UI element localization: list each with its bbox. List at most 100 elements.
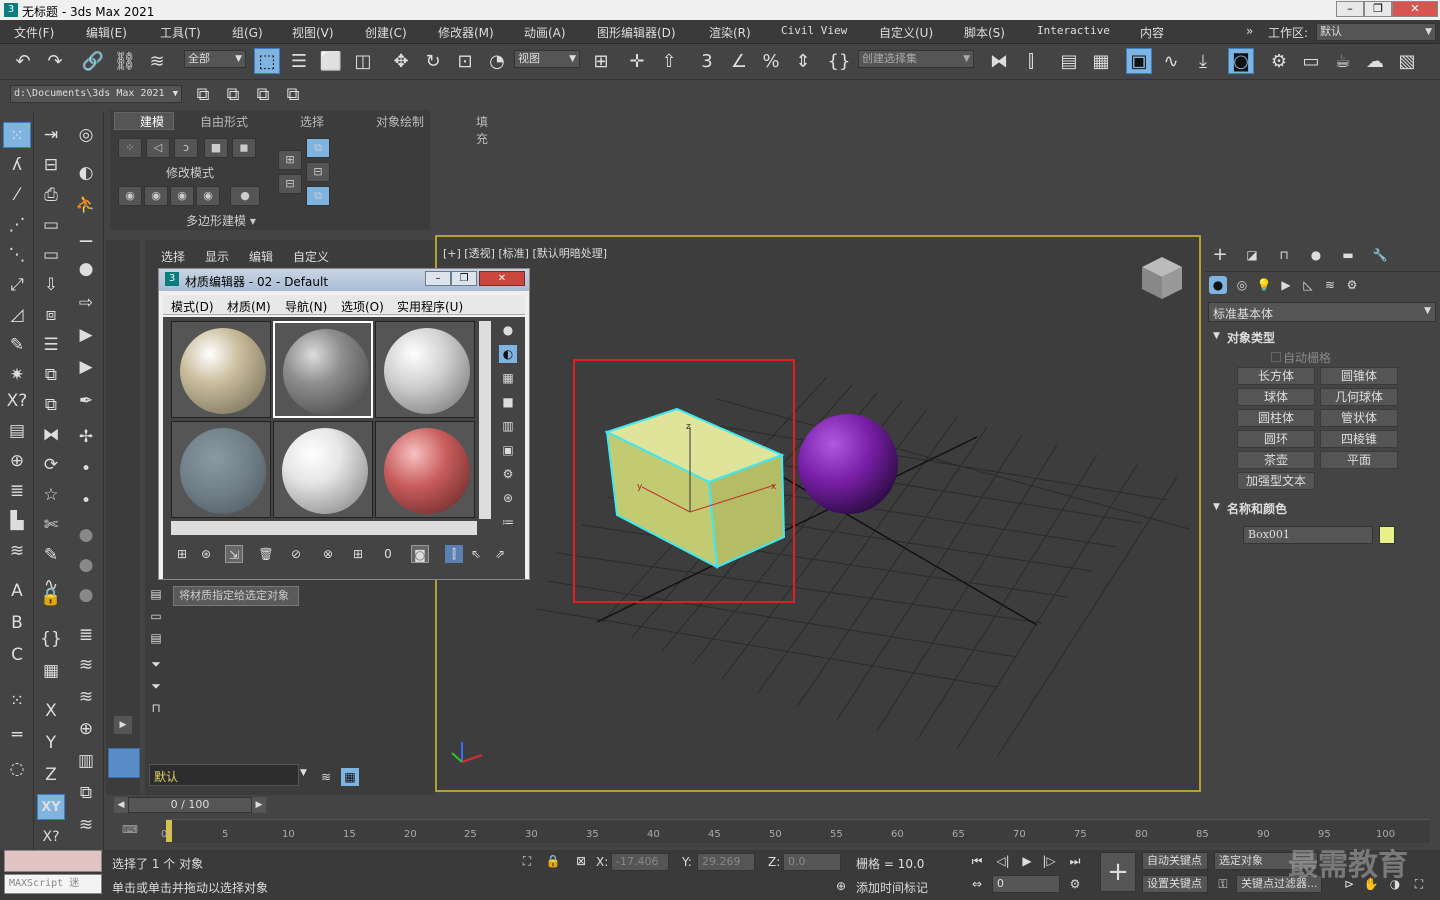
cameras-icon[interactable]: ▶: [1277, 276, 1295, 294]
ribbon-tool-5-icon[interactable]: ●: [230, 186, 260, 206]
mated-menu-navigation[interactable]: 导航(N): [285, 298, 327, 315]
sample-type-icon[interactable]: ●: [499, 321, 517, 339]
xy-plane-icon[interactable]: XY: [37, 794, 65, 820]
pyramid-button[interactable]: 四棱锥: [1320, 430, 1398, 448]
edit-named-selection-icon[interactable]: {}: [826, 49, 852, 75]
dot-icon[interactable]: •: [72, 488, 100, 514]
options-icon[interactable]: ⚙: [499, 465, 517, 483]
rendered-frame-icon[interactable]: ▭: [1298, 49, 1324, 75]
menu-scripting[interactable]: 脚本(S): [964, 24, 1005, 41]
sheet-icon[interactable]: ▭: [37, 242, 65, 268]
tab-object-paint[interactable]: 对象绘制: [376, 113, 424, 130]
menu-group[interactable]: 组(G): [232, 24, 263, 41]
link-icon[interactable]: 🔗: [80, 49, 106, 75]
render-setup-icon[interactable]: ⚙: [1266, 49, 1292, 75]
minimize-button[interactable]: –: [1336, 1, 1364, 17]
menu-interactive[interactable]: Interactive: [1037, 24, 1110, 37]
dot-small-icon[interactable]: •: [72, 456, 100, 482]
tab-selection[interactable]: 选择: [300, 113, 324, 130]
category-dropdown[interactable]: 标准基本体 ▼: [1208, 302, 1436, 322]
cone-button[interactable]: 圆锥体: [1320, 367, 1398, 385]
material-slot-selected[interactable]: [273, 321, 373, 418]
render-icon[interactable]: ☕: [1330, 49, 1356, 75]
insert-icon[interactable]: ⇥: [37, 122, 65, 148]
tube-button[interactable]: 管状体: [1320, 409, 1398, 427]
project-path-dropdown[interactable]: d:\Documents\3ds Max 2021 ▼: [10, 85, 182, 103]
rollout-collapse-icon[interactable]: ▼: [1213, 331, 1220, 341]
maximize-button[interactable]: ❐: [1364, 1, 1392, 17]
vertex-icon[interactable]: ⋰: [3, 212, 31, 238]
ribbon-tool-3-icon[interactable]: ◉: [170, 186, 194, 206]
auto-key-button[interactable]: 自动关键点: [1142, 852, 1208, 870]
plane-button[interactable]: 平面: [1320, 451, 1398, 469]
spinner-snap-icon[interactable]: ⇕: [790, 49, 816, 75]
explorer-list-icon[interactable]: ▤: [147, 585, 165, 603]
x-coord-field[interactable]: -17.406: [611, 853, 669, 871]
add-stack-icon[interactable]: ⊕: [3, 448, 31, 474]
explorer-menu-edit[interactable]: 编辑: [249, 248, 273, 265]
utilities-tab-icon[interactable]: 🔧: [1371, 246, 1389, 264]
menu-customize[interactable]: 自定义(U): [879, 24, 933, 41]
star-icon[interactable]: ☆: [37, 482, 65, 508]
grid-a-icon[interactable]: ⁙: [3, 688, 31, 714]
unlink-icon[interactable]: ⛓: [112, 49, 138, 75]
bind-spacewarp-icon[interactable]: ≋: [144, 49, 170, 75]
cylinder-button[interactable]: 圆柱体: [1237, 409, 1315, 427]
track-view-icon[interactable]: ⌨: [122, 823, 138, 836]
copy-icon[interactable]: ⧉: [72, 780, 100, 806]
workspace-dropdown[interactable]: 默认 ▼: [1316, 23, 1436, 41]
current-frame-field[interactable]: 0: [992, 875, 1060, 893]
printer-icon[interactable]: ⎙: [37, 182, 65, 208]
goto-end-icon[interactable]: ⏭: [1066, 852, 1084, 870]
y-coord-field[interactable]: 29.269: [697, 853, 755, 871]
vertex-mode-icon[interactable]: ⁘: [118, 138, 142, 158]
menu-view[interactable]: 视图(V): [292, 24, 334, 41]
motion-tab-icon[interactable]: ●: [1307, 246, 1325, 264]
helpers-icon[interactable]: ◺: [1299, 276, 1317, 294]
push-icon[interactable]: ⇩: [37, 272, 65, 298]
selection-set-dropdown[interactable]: 创建选择集 ▼: [858, 50, 974, 68]
cross-icon[interactable]: ✢: [72, 424, 100, 450]
menu-rendering[interactable]: 渲染(R): [709, 24, 751, 41]
maxscript-listener-pink[interactable]: [4, 850, 102, 872]
shapes-cat-icon[interactable]: ◎: [1233, 276, 1251, 294]
project-folder-icon[interactable]: ⧉: [250, 82, 276, 108]
menu-modifiers[interactable]: 修改器(M): [438, 24, 494, 41]
menu-tools[interactable]: 工具(T): [160, 24, 201, 41]
material-slot[interactable]: [171, 421, 271, 518]
material-navigator-icon[interactable]: ≔: [499, 513, 517, 531]
people-icon[interactable]: ⛹: [72, 192, 100, 218]
brush-icon[interactable]: ✎: [3, 332, 31, 358]
maxscript-listener[interactable]: MAXScript 迷: [4, 874, 102, 894]
element-mode-icon[interactable]: ◼: [232, 138, 256, 158]
uv-tiling-icon[interactable]: ■: [499, 393, 517, 411]
rotate-icon[interactable]: ↻: [420, 49, 446, 75]
background-icon[interactable]: ▦: [499, 369, 517, 387]
reset-map-icon[interactable]: 🗑: [257, 545, 275, 563]
redo-icon[interactable]: ↷: [42, 49, 68, 75]
pen-icon[interactable]: ✎: [37, 542, 65, 568]
copy-material-icon[interactable]: ⊘: [287, 545, 305, 563]
video-color-icon[interactable]: ▥: [499, 417, 517, 435]
material-editor-icon[interactable]: ◙: [1228, 48, 1254, 74]
play-icon[interactable]: ▶: [1018, 852, 1036, 870]
bridge-icon[interactable]: ⧓: [37, 422, 65, 448]
backlight-icon[interactable]: ◐: [499, 345, 517, 363]
expand-panel-icon[interactable]: ▶: [114, 716, 132, 734]
a-icon[interactable]: A: [3, 578, 31, 604]
get-material-icon[interactable]: ⊞: [173, 545, 191, 563]
torus-button[interactable]: 圆环: [1237, 430, 1315, 448]
expand-arrows-icon[interactable]: »: [1246, 24, 1253, 38]
ribbon-side-2-icon[interactable]: ⊟: [278, 174, 302, 194]
explorer-funnel-icon[interactable]: ⏷: [147, 677, 165, 695]
align-icon[interactable]: ⫿: [1018, 49, 1044, 75]
circle2-icon[interactable]: ●: [72, 552, 100, 578]
stack-icon[interactable]: ▤: [3, 418, 31, 444]
ribbon-tool-4-icon[interactable]: ◉: [196, 186, 220, 206]
relax-icon[interactable]: ⧈: [37, 302, 65, 328]
move-icon[interactable]: ✥: [388, 49, 414, 75]
time-slider[interactable]: 0 / 100: [128, 797, 252, 813]
name-color-header[interactable]: 名称和颜色: [1227, 500, 1287, 517]
prev-frame-arrow-icon[interactable]: ◀: [114, 797, 128, 813]
poly-mode-icon[interactable]: ■: [204, 138, 228, 158]
